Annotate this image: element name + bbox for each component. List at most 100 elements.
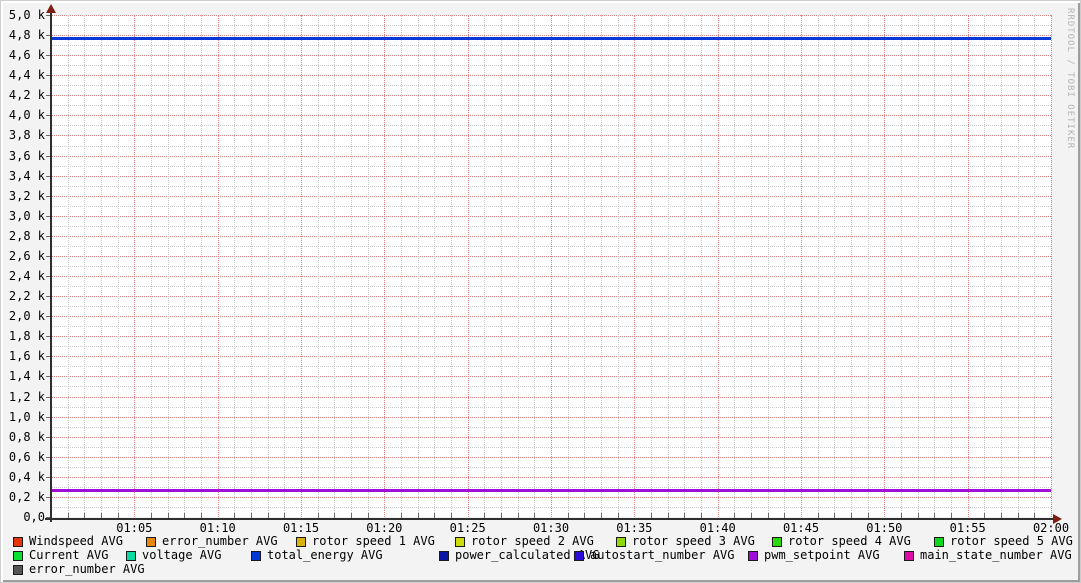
v-gridline-major bbox=[467, 15, 469, 517]
v-gridline-major bbox=[134, 15, 136, 517]
legend-item: error_number AVG bbox=[13, 563, 145, 576]
y-axis-label: 1,6 k bbox=[8, 349, 45, 364]
v-gridline-minor bbox=[67, 15, 69, 517]
legend-label: Windspeed AVG bbox=[29, 534, 123, 548]
x-axis-tick bbox=[451, 513, 452, 518]
v-gridline-minor bbox=[901, 15, 902, 517]
legend-item: Windspeed AVG bbox=[13, 535, 123, 548]
y-axis-label: 1,2 k bbox=[8, 389, 45, 404]
v-gridline-minor bbox=[501, 15, 502, 517]
x-axis-tick bbox=[934, 513, 936, 518]
x-axis-tick bbox=[1017, 513, 1019, 518]
v-gridline-major bbox=[634, 15, 636, 517]
y-axis-tick bbox=[46, 15, 50, 16]
y-axis-tick bbox=[46, 155, 50, 157]
y-axis-label: 5,0 k bbox=[8, 8, 45, 22]
rrdtool-graph: 0,0 0,2 k 0,4 k 0,6 k 0,8 k 1,0 k 1,2 k 1,4 k 1,… bbox=[0, 0, 1081, 583]
x-axis-tick bbox=[484, 513, 486, 518]
legend-swatch-icon bbox=[616, 536, 626, 547]
v-gridline-minor bbox=[267, 15, 269, 517]
y-axis-tick bbox=[46, 356, 50, 358]
y-axis-tick bbox=[46, 336, 50, 338]
y-axis-label: 3,6 k bbox=[8, 148, 45, 163]
v-gridline-major bbox=[1051, 15, 1052, 517]
y-axis-label: 3,2 k bbox=[8, 188, 45, 203]
y-axis-tick bbox=[46, 276, 50, 278]
legend-swatch-icon bbox=[439, 550, 449, 561]
x-axis-tick bbox=[517, 513, 519, 518]
v-gridline-major bbox=[551, 15, 552, 517]
v-gridline-major bbox=[801, 15, 802, 517]
y-axis-label: 0,2 k bbox=[8, 489, 45, 504]
legend-label: Current AVG bbox=[29, 548, 109, 562]
legend-label: rotor speed 5 AVG bbox=[950, 534, 1073, 548]
legend-item: rotor speed 5 AVG bbox=[934, 535, 1073, 548]
v-gridline-minor bbox=[817, 15, 819, 517]
x-axis-tick bbox=[84, 513, 86, 518]
x-axis-tick bbox=[401, 513, 402, 518]
legend-label: error_number AVG bbox=[162, 534, 278, 548]
y-axis-tick bbox=[46, 316, 50, 318]
x-axis-tick bbox=[284, 513, 286, 518]
v-gridline-minor bbox=[234, 15, 236, 517]
v-gridline-minor bbox=[917, 15, 919, 517]
x-axis-tick bbox=[151, 513, 152, 518]
legend-label: rotor speed 3 AVG bbox=[632, 534, 755, 548]
v-gridline-minor bbox=[417, 15, 419, 517]
y-axis-label: 2,2 k bbox=[8, 289, 45, 304]
v-gridline-major bbox=[301, 15, 302, 517]
v-gridline-minor bbox=[401, 15, 402, 517]
v-gridline-minor bbox=[1001, 15, 1002, 517]
legend-label: total_energy AVG bbox=[267, 548, 383, 562]
x-axis-tick bbox=[317, 513, 319, 518]
v-gridline-minor bbox=[984, 15, 986, 517]
y-axis-tick bbox=[46, 376, 50, 378]
y-axis-label: 2,8 k bbox=[8, 228, 45, 243]
legend-item: rotor speed 3 AVG bbox=[616, 535, 755, 548]
legend-item: rotor speed 4 AVG bbox=[772, 535, 911, 548]
legend-item: error_number AVG bbox=[146, 535, 278, 548]
v-gridline-minor bbox=[751, 15, 752, 517]
legend-item: voltage AVG bbox=[126, 549, 221, 562]
x-axis-tick bbox=[751, 513, 752, 518]
y-axis-label: 3,0 k bbox=[8, 208, 45, 223]
x-axis-tick bbox=[834, 513, 836, 518]
x-axis-tick bbox=[901, 513, 902, 518]
x-axis-tick bbox=[584, 513, 586, 518]
y-axis-arrow-icon bbox=[46, 4, 56, 13]
x-axis-tick bbox=[101, 513, 102, 518]
y-axis-label: 3,8 k bbox=[8, 128, 45, 143]
x-axis-tick bbox=[201, 513, 202, 518]
v-gridline-minor bbox=[617, 15, 619, 517]
v-gridline-major bbox=[717, 15, 719, 517]
y-axis-tick bbox=[46, 296, 50, 298]
v-gridline-minor bbox=[701, 15, 702, 517]
v-gridline-minor bbox=[251, 15, 252, 517]
v-gridline-minor bbox=[451, 15, 452, 517]
legend-label: rotor speed 2 AVG bbox=[471, 534, 594, 548]
legend-swatch-icon bbox=[296, 536, 306, 547]
legend-swatch-icon bbox=[772, 536, 782, 547]
v-gridline-minor bbox=[567, 15, 569, 517]
x-axis-tick bbox=[534, 513, 536, 518]
x-axis-tick bbox=[184, 513, 186, 518]
v-gridline-minor bbox=[284, 15, 286, 517]
x-axis-tick bbox=[951, 513, 952, 518]
x-axis-tick bbox=[701, 513, 702, 518]
y-axis-tick bbox=[46, 436, 50, 438]
x-axis-tick bbox=[567, 513, 569, 518]
x-axis-tick bbox=[851, 513, 852, 518]
legend-label: autostart_number AVG bbox=[590, 548, 735, 562]
v-gridline-minor bbox=[734, 15, 736, 517]
x-axis-tick bbox=[984, 513, 986, 518]
y-axis-label: 4,4 k bbox=[8, 68, 45, 83]
x-axis-tick bbox=[501, 513, 502, 518]
y-axis-label: 4,6 k bbox=[8, 48, 45, 63]
v-gridline-major bbox=[384, 15, 386, 517]
y-axis-label: 0,8 k bbox=[8, 429, 45, 444]
y-axis-label: 4,0 k bbox=[8, 108, 45, 123]
y-axis-label: 2,6 k bbox=[8, 248, 45, 263]
x-axis-tick bbox=[367, 513, 369, 518]
x-axis-tick bbox=[867, 513, 869, 518]
y-axis-label: 0,0 bbox=[23, 510, 45, 524]
